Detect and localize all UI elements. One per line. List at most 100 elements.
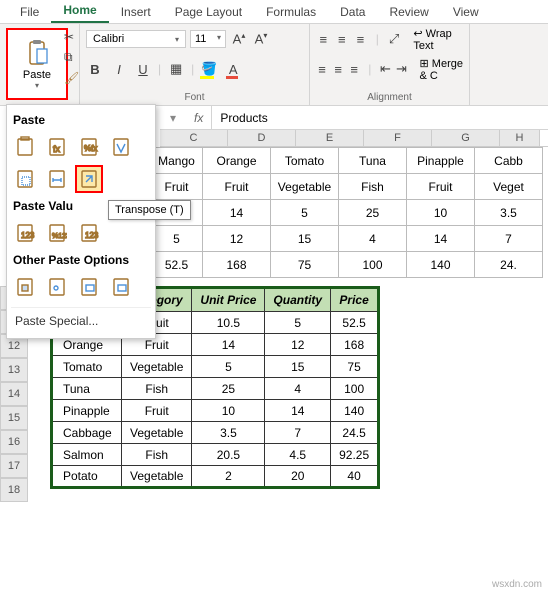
paste-option-transpose[interactable]	[75, 165, 103, 193]
cell[interactable]: Mango	[151, 148, 203, 174]
paste-option-keep-source[interactable]	[107, 133, 135, 161]
tab-data[interactable]: Data	[328, 1, 377, 23]
paste-option-values-source[interactable]: 123	[75, 219, 103, 247]
cell[interactable]: Veget	[475, 174, 543, 200]
cell[interactable]: 10	[192, 400, 265, 422]
row-header[interactable]: 18	[0, 478, 28, 502]
font-name-selector[interactable]: Calibri ▾	[86, 30, 186, 48]
cell[interactable]: Vegetable	[122, 466, 192, 488]
orientation-icon[interactable]: ⤢	[387, 31, 402, 47]
cut-icon[interactable]: ✂	[64, 30, 79, 44]
font-size-selector[interactable]: 11 ▾	[190, 30, 226, 48]
cell[interactable]: 12	[203, 226, 271, 252]
tab-file[interactable]: File	[8, 1, 51, 23]
cell[interactable]: Tomato	[52, 356, 122, 378]
paste-option-no-borders[interactable]	[11, 165, 39, 193]
cell[interactable]: 168	[203, 252, 271, 278]
cell[interactable]: Vegetable	[122, 422, 192, 444]
paste-option-formulas-formatting[interactable]: %fx	[75, 133, 103, 161]
col-header[interactable]: G	[432, 130, 500, 146]
paste-option-linked-picture[interactable]	[107, 273, 135, 301]
cell[interactable]: 3.5	[192, 422, 265, 444]
table-row[interactable]: SalmonFish20.54.592.25	[52, 444, 379, 466]
merge-center-button[interactable]: ⊞ Merge & C	[420, 57, 464, 82]
pasted-transposed-range[interactable]: MangoOrangeTomatoTunaPinappleCabbFruitFr…	[150, 147, 543, 278]
borders-icon[interactable]: ▦	[167, 61, 185, 77]
paste-option-all[interactable]	[11, 133, 39, 161]
cell[interactable]: 5	[265, 312, 331, 334]
indent-increase-icon[interactable]: ⇥	[395, 61, 407, 77]
cell[interactable]: 5	[271, 200, 339, 226]
row-header[interactable]: 14	[0, 382, 28, 406]
col-header[interactable]: F	[364, 130, 432, 146]
table-row[interactable]: TomatoVegetable51575	[52, 356, 379, 378]
cell[interactable]: 75	[271, 252, 339, 278]
indent-decrease-icon[interactable]: ⇤	[379, 61, 391, 77]
table-row[interactable]: PinappleFruit1014140	[52, 400, 379, 422]
row-header[interactable]: 16	[0, 430, 28, 454]
paste-option-values-formatting[interactable]: %123	[43, 219, 71, 247]
paste-option-column-widths[interactable]	[43, 165, 71, 193]
cell[interactable]: Fish	[122, 444, 192, 466]
cell[interactable]: Vegetable	[122, 356, 192, 378]
table-row[interactable]: TunaFish254100	[52, 378, 379, 400]
align-middle-icon[interactable]: ≡	[335, 32, 350, 47]
tab-home[interactable]: Home	[51, 0, 108, 23]
cell[interactable]: Fish	[122, 378, 192, 400]
align-bottom-icon[interactable]: ≡	[353, 32, 368, 47]
tab-formulas[interactable]: Formulas	[254, 1, 328, 23]
cell[interactable]: 4	[339, 226, 407, 252]
cell[interactable]: Fruit	[203, 174, 271, 200]
row-header[interactable]: 15	[0, 406, 28, 430]
cell[interactable]: 92.25	[331, 444, 379, 466]
format-painter-icon[interactable]: 🖌	[64, 71, 79, 85]
cell[interactable]: Pinapple	[52, 400, 122, 422]
cell[interactable]: Fruit	[407, 174, 475, 200]
cell[interactable]: 15	[271, 226, 339, 252]
cell[interactable]: Cabbage	[52, 422, 122, 444]
decrease-font-icon[interactable]: A▾	[252, 31, 270, 46]
cell[interactable]: Vegetable	[271, 174, 339, 200]
cell[interactable]: Fruit	[122, 400, 192, 422]
cell[interactable]: 7	[475, 226, 543, 252]
cell[interactable]: 20	[265, 466, 331, 488]
cell[interactable]: 14	[407, 226, 475, 252]
cell[interactable]: Cabb	[475, 148, 543, 174]
row-header[interactable]: 17	[0, 454, 28, 478]
cell[interactable]: 14	[192, 334, 265, 356]
tab-review[interactable]: Review	[377, 1, 440, 23]
underline-button[interactable]: U	[134, 62, 152, 77]
col-header[interactable]: D	[228, 130, 296, 146]
col-header[interactable]: H	[500, 130, 540, 146]
cell[interactable]: 2	[192, 466, 265, 488]
cell[interactable]: 5	[151, 226, 203, 252]
cell[interactable]: 12	[265, 334, 331, 356]
bold-button[interactable]: B	[86, 62, 104, 77]
cell[interactable]: 10.5	[192, 312, 265, 334]
cell[interactable]: 140	[331, 400, 379, 422]
paste-option-picture[interactable]	[75, 273, 103, 301]
table-row[interactable]: CabbageVegetable3.5724.5	[52, 422, 379, 444]
cell[interactable]: 4	[265, 378, 331, 400]
cell[interactable]: Fruit	[151, 174, 203, 200]
cell[interactable]: Tuna	[52, 378, 122, 400]
table-header[interactable]: Unit Price	[192, 288, 265, 312]
cell[interactable]: 168	[331, 334, 379, 356]
paste-special-item[interactable]: Paste Special...	[11, 307, 151, 334]
fill-color-icon[interactable]: 🪣	[200, 61, 218, 77]
dropdown-icon[interactable]: ▾	[160, 111, 186, 125]
cell[interactable]: 5	[192, 356, 265, 378]
formula-input[interactable]: Products	[212, 111, 548, 125]
cell[interactable]: Fish	[339, 174, 407, 200]
cell[interactable]: Tomato	[271, 148, 339, 174]
tab-insert[interactable]: Insert	[109, 1, 163, 23]
cell[interactable]: Orange	[203, 148, 271, 174]
align-top-icon[interactable]: ≡	[316, 32, 331, 47]
wrap-text-button[interactable]: ↩ Wrap Text	[413, 27, 463, 52]
cell[interactable]: Potato	[52, 466, 122, 488]
cell[interactable]: 7	[265, 422, 331, 444]
cell[interactable]: 14	[203, 200, 271, 226]
cell[interactable]: 40	[331, 466, 379, 488]
cell[interactable]: 20.5	[192, 444, 265, 466]
table-header[interactable]: Price	[331, 288, 379, 312]
